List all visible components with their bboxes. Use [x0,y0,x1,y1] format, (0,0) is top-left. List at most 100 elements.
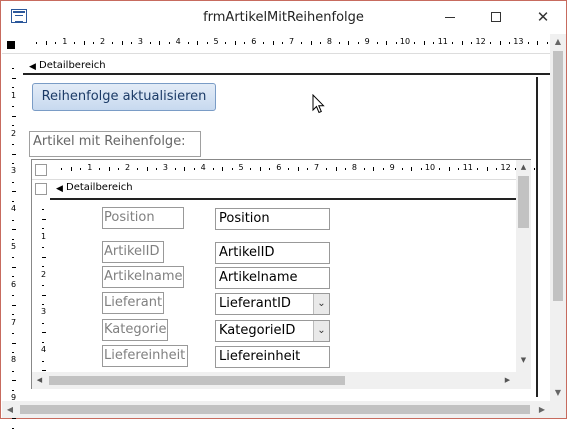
horizontal-scrollbar[interactable]: ◀ ▶ [2,401,550,418]
ruler-tick [42,322,44,324]
ruler-tick [174,168,176,170]
ruler-tick [42,209,44,211]
minimize-button[interactable] [427,1,473,34]
scroll-left-icon[interactable]: ◀ [2,401,18,418]
ruler-number: 4 [11,204,17,214]
scroll-thumb[interactable] [49,376,345,385]
ruler-tick [12,77,16,79]
field-label[interactable]: ArtikelID [102,241,164,263]
ruler-tick [12,295,14,297]
ruler-tick [12,68,14,70]
vertical-scrollbar[interactable]: ▲ ▼ [550,34,566,401]
ruler-number: 2 [100,37,106,46]
maximize-button[interactable] [473,1,519,34]
update-order-button[interactable]: Reihenfolge aktualisieren [32,83,216,111]
scroll-right-icon[interactable]: ▶ [534,401,550,418]
scroll-thumb[interactable] [553,51,563,301]
scroll-down-icon[interactable]: ▼ [550,385,566,401]
ruler-tick [269,168,271,170]
ruler-tick [12,106,14,108]
ruler-tick [222,167,224,171]
ruler-tick [448,167,450,171]
ruler-number: 6 [251,37,257,46]
ruler-tick [12,219,14,221]
field-label[interactable]: Kategorie [102,319,168,341]
ruler-tick [12,229,16,231]
chevron-down-icon[interactable]: ⌄ [313,294,329,314]
text-field[interactable]: Artikelname [215,267,330,289]
ruler-tick [36,42,38,44]
scroll-down-icon[interactable]: ▼ [516,352,531,368]
ruler-number: 11 [462,163,473,172]
ruler-tick [12,351,14,353]
ruler-tick [363,168,365,170]
ruler-number: 1 [11,90,17,100]
ruler-tick [70,167,72,171]
ruler-number: 4 [175,37,181,46]
scroll-left-icon[interactable]: ◀ [32,372,47,389]
ruler-tick [263,42,265,44]
subform-select-corner[interactable] [35,164,47,176]
ruler-number: 6 [276,163,282,172]
detail-section-bar[interactable]: ◀ Detailbereich [23,59,550,75]
ruler-number: 8 [351,163,357,172]
ruler-tick [452,42,454,44]
ruler-tick [297,167,299,171]
subform-section-selector[interactable] [35,183,47,195]
ruler-tick [193,168,195,170]
mouse-pointer-icon [312,94,325,114]
ruler-tick [12,427,14,429]
field-label[interactable]: Liefereinheit [102,345,188,367]
scroll-up-icon[interactable]: ▲ [516,160,531,175]
ruler-corner[interactable] [7,41,15,49]
ruler-tick [12,342,16,344]
ruler-tick [433,42,435,44]
field-label[interactable]: Lieferant [102,292,164,314]
ruler-tick [527,42,529,44]
ruler-tick [168,42,170,44]
chevron-down-icon[interactable]: ⌄ [313,321,329,341]
ruler-tick [55,42,57,44]
subform-label[interactable]: Artikel mit Reihenfolge: [29,131,201,157]
subform-section-label: Detailbereich [66,182,133,193]
scroll-thumb[interactable] [518,176,529,228]
field-label[interactable]: Artikelname [102,266,184,288]
ruler-number: 5 [11,242,17,251]
ruler-tick [319,42,321,44]
ruler-tick [386,41,388,45]
ruler-tick [307,168,309,170]
ruler-tick [546,42,548,44]
subform-section-bar[interactable]: ◀ Detailbereich [50,181,516,200]
scroll-right-icon[interactable]: ▶ [500,372,515,389]
text-field[interactable]: Position [215,208,330,230]
scroll-corner [550,401,566,418]
ruler-number: 11 [437,37,448,46]
subform-vertical-scrollbar[interactable]: ▲ ▼ [516,160,531,372]
ruler-tick [338,42,340,44]
close-button[interactable]: ✕ [520,1,566,34]
scroll-thumb[interactable] [20,405,530,414]
section-arrow-icon: ◀ [29,62,36,72]
combo-field[interactable]: LieferantID ⌄ [215,293,330,315]
ruler-tick [12,162,14,164]
subform-horizontal-scrollbar[interactable]: ◀ ▶ [32,372,531,389]
ruler-tick [42,341,44,343]
ruler-tick [137,168,139,170]
ruler-tick [42,247,44,249]
ruler-number: 3 [162,163,168,172]
field-value: ArtikelID [219,245,275,260]
scroll-up-icon[interactable]: ▲ [550,34,566,50]
articles-subform[interactable]: 1 2 3 4 5 6 7 8 9 10 11 12 ◀ Detailbereich 1234 Pos… [31,159,535,389]
ruler-tick [376,42,378,44]
ruler-number: 7 [289,37,295,46]
ruler-number: 1 [41,231,47,241]
field-label[interactable]: Position [102,207,184,229]
text-field[interactable]: ArtikelID [215,242,330,264]
ruler-tick [206,42,208,44]
ruler-number: 5 [238,163,244,172]
ruler-tick [197,41,199,45]
text-field[interactable]: Liefereinheit [215,346,330,368]
ruler-number: 4 [200,163,206,172]
combo-field[interactable]: KategorieID ⌄ [215,320,330,342]
subform-top-ruler: 1 2 3 4 5 6 7 8 9 10 11 12 [32,160,535,180]
